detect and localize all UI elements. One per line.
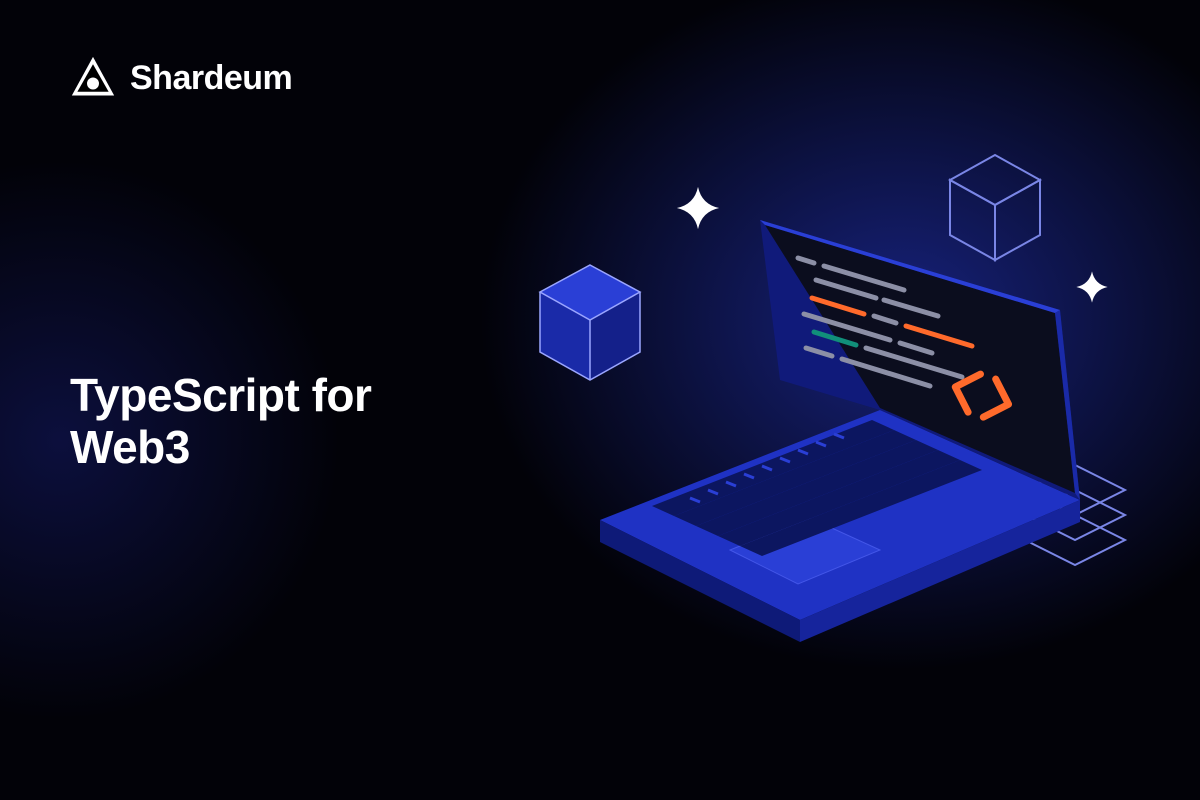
page-title: TypeScript for Web3 xyxy=(70,370,371,473)
brand-name: Shardeum xyxy=(130,59,292,98)
heading-line-2: Web3 xyxy=(70,421,190,473)
heading-line-1: TypeScript for xyxy=(70,369,371,421)
shardeum-logo-icon xyxy=(70,55,116,101)
brand-logo: Shardeum xyxy=(70,55,292,101)
illustration-scene xyxy=(520,150,1160,710)
laptop-illustration xyxy=(580,210,1100,670)
